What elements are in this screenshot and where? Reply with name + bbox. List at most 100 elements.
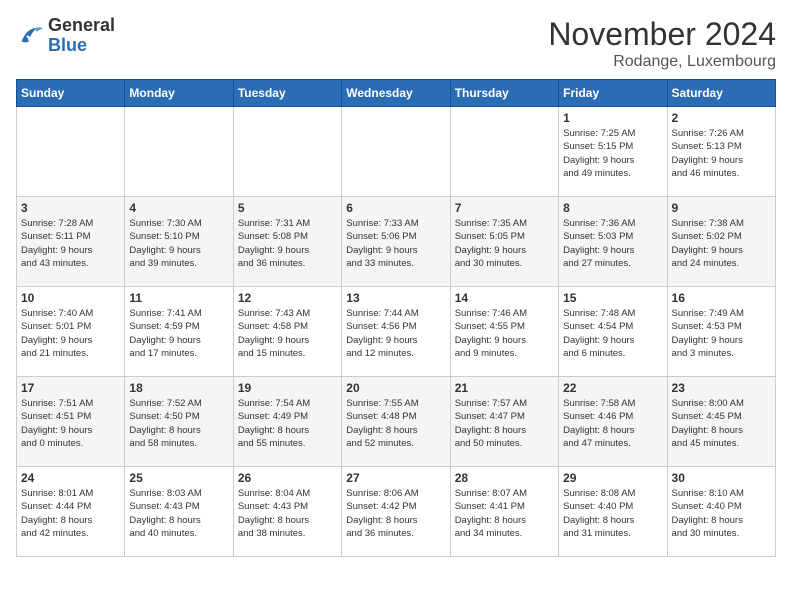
- calendar-cell: 8 Sunrise: 7:36 AM Sunset: 5:03 PM Daylig…: [559, 197, 667, 287]
- day-info: Sunrise: 7:26 AM Sunset: 5:13 PM Dayligh…: [672, 127, 771, 180]
- day-info: Sunrise: 7:25 AM Sunset: 5:15 PM Dayligh…: [563, 127, 662, 180]
- day-info: Sunrise: 7:33 AM Sunset: 5:06 PM Dayligh…: [346, 217, 445, 270]
- day-info: Sunrise: 7:54 AM Sunset: 4:49 PM Dayligh…: [238, 397, 337, 450]
- day-number: 6: [346, 201, 445, 215]
- day-number: 28: [455, 471, 554, 485]
- day-info: Sunrise: 7:58 AM Sunset: 4:46 PM Dayligh…: [563, 397, 662, 450]
- day-info: Sunrise: 8:03 AM Sunset: 4:43 PM Dayligh…: [129, 487, 228, 540]
- week-row-1: 1 Sunrise: 7:25 AM Sunset: 5:15 PM Daylig…: [17, 107, 776, 197]
- day-number: 5: [238, 201, 337, 215]
- calendar-cell: 11Sunrise: 7:41 AM Sunset: 4:59 PM Dayli…: [125, 287, 233, 377]
- weekday-header-tuesday: Tuesday: [233, 80, 341, 107]
- logo-bird-icon: [16, 22, 44, 50]
- day-number: 8: [563, 201, 662, 215]
- day-info: Sunrise: 7:31 AM Sunset: 5:08 PM Dayligh…: [238, 217, 337, 270]
- day-number: 26: [238, 471, 337, 485]
- week-row-3: 10 Sunrise: 7:40 AM Sunset: 5:01 PM Dayli…: [17, 287, 776, 377]
- day-number: 30: [672, 471, 771, 485]
- day-info: Sunrise: 7:28 AM Sunset: 5:11 PM Dayligh…: [21, 217, 120, 270]
- logo: General Blue: [16, 16, 115, 56]
- page-header: General Blue November 2024 Rodange, Luxe…: [16, 16, 776, 71]
- day-info: Sunrise: 7:36 AM Sunset: 5:03 PM Dayligh…: [563, 217, 662, 270]
- calendar-cell: 19 Sunrise: 7:54 AM Sunset: 4:49 PM Dayli…: [233, 377, 341, 467]
- day-info: Sunrise: 7:35 AM Sunset: 5:05 PM Dayligh…: [455, 217, 554, 270]
- calendar-cell: [342, 107, 450, 197]
- day-number: 16: [672, 291, 771, 305]
- calendar-cell: [125, 107, 233, 197]
- day-info: Sunrise: 7:57 AM Sunset: 4:47 PM Dayligh…: [455, 397, 554, 450]
- day-number: 15: [563, 291, 662, 305]
- day-number: 20: [346, 381, 445, 395]
- calendar-cell: 23Sunrise: 8:00 AM Sunset: 4:45 PM Dayli…: [667, 377, 775, 467]
- day-info: Sunrise: 7:46 AM Sunset: 4:55 PM Dayligh…: [455, 307, 554, 360]
- calendar-cell: 15 Sunrise: 7:48 AM Sunset: 4:54 PM Dayli…: [559, 287, 667, 377]
- day-number: 14: [455, 291, 554, 305]
- day-number: 12: [238, 291, 337, 305]
- weekday-header-saturday: Saturday: [667, 80, 775, 107]
- calendar-cell: 14 Sunrise: 7:46 AM Sunset: 4:55 PM Dayli…: [450, 287, 558, 377]
- location-subtitle: Rodange, Luxembourg: [548, 53, 776, 71]
- day-number: 27: [346, 471, 445, 485]
- day-number: 4: [129, 201, 228, 215]
- day-number: 18: [129, 381, 228, 395]
- calendar-cell: 6 Sunrise: 7:33 AM Sunset: 5:06 PM Daylig…: [342, 197, 450, 287]
- day-info: Sunrise: 7:40 AM Sunset: 5:01 PM Dayligh…: [21, 307, 120, 360]
- day-info: Sunrise: 8:04 AM Sunset: 4:43 PM Dayligh…: [238, 487, 337, 540]
- day-number: 25: [129, 471, 228, 485]
- day-info: Sunrise: 7:52 AM Sunset: 4:50 PM Dayligh…: [129, 397, 228, 450]
- calendar-cell: 10 Sunrise: 7:40 AM Sunset: 5:01 PM Dayli…: [17, 287, 125, 377]
- week-row-5: 24Sunrise: 8:01 AM Sunset: 4:44 PM Dayli…: [17, 467, 776, 557]
- day-info: Sunrise: 7:43 AM Sunset: 4:58 PM Dayligh…: [238, 307, 337, 360]
- day-number: 19: [238, 381, 337, 395]
- calendar-cell: 30 Sunrise: 8:10 AM Sunset: 4:40 PM Dayli…: [667, 467, 775, 557]
- calendar-cell: 17 Sunrise: 7:51 AM Sunset: 4:51 PM Dayli…: [17, 377, 125, 467]
- weekday-header-row: SundayMondayTuesdayWednesdayThursdayFrid…: [17, 80, 776, 107]
- day-info: Sunrise: 7:49 AM Sunset: 4:53 PM Dayligh…: [672, 307, 771, 360]
- day-info: Sunrise: 7:48 AM Sunset: 4:54 PM Dayligh…: [563, 307, 662, 360]
- day-number: 23: [672, 381, 771, 395]
- day-info: Sunrise: 8:08 AM Sunset: 4:40 PM Dayligh…: [563, 487, 662, 540]
- calendar-cell: [450, 107, 558, 197]
- logo-text: General Blue: [48, 16, 115, 56]
- calendar-cell: 25 Sunrise: 8:03 AM Sunset: 4:43 PM Dayli…: [125, 467, 233, 557]
- week-row-2: 3Sunrise: 7:28 AM Sunset: 5:11 PM Daylig…: [17, 197, 776, 287]
- day-number: 13: [346, 291, 445, 305]
- day-info: Sunrise: 7:30 AM Sunset: 5:10 PM Dayligh…: [129, 217, 228, 270]
- day-number: 22: [563, 381, 662, 395]
- weekday-header-friday: Friday: [559, 80, 667, 107]
- day-number: 1: [563, 111, 662, 125]
- calendar-cell: 2 Sunrise: 7:26 AM Sunset: 5:13 PM Daylig…: [667, 107, 775, 197]
- weekday-header-wednesday: Wednesday: [342, 80, 450, 107]
- calendar-table: SundayMondayTuesdayWednesdayThursdayFrid…: [16, 79, 776, 557]
- day-info: Sunrise: 8:06 AM Sunset: 4:42 PM Dayligh…: [346, 487, 445, 540]
- day-info: Sunrise: 7:51 AM Sunset: 4:51 PM Dayligh…: [21, 397, 120, 450]
- week-row-4: 17 Sunrise: 7:51 AM Sunset: 4:51 PM Dayli…: [17, 377, 776, 467]
- calendar-cell: 27 Sunrise: 8:06 AM Sunset: 4:42 PM Dayli…: [342, 467, 450, 557]
- calendar-cell: 4 Sunrise: 7:30 AM Sunset: 5:10 PM Daylig…: [125, 197, 233, 287]
- day-info: Sunrise: 7:44 AM Sunset: 4:56 PM Dayligh…: [346, 307, 445, 360]
- calendar-cell: 7Sunrise: 7:35 AM Sunset: 5:05 PM Daylig…: [450, 197, 558, 287]
- day-number: 17: [21, 381, 120, 395]
- calendar-cell: 26 Sunrise: 8:04 AM Sunset: 4:43 PM Dayli…: [233, 467, 341, 557]
- day-info: Sunrise: 7:55 AM Sunset: 4:48 PM Dayligh…: [346, 397, 445, 450]
- calendar-cell: 28 Sunrise: 8:07 AM Sunset: 4:41 PM Dayli…: [450, 467, 558, 557]
- calendar-cell: 18 Sunrise: 7:52 AM Sunset: 4:50 PM Dayli…: [125, 377, 233, 467]
- weekday-header-sunday: Sunday: [17, 80, 125, 107]
- title-block: November 2024 Rodange, Luxembourg: [548, 16, 776, 71]
- day-number: 10: [21, 291, 120, 305]
- day-number: 2: [672, 111, 771, 125]
- weekday-header-thursday: Thursday: [450, 80, 558, 107]
- calendar-cell: 1 Sunrise: 7:25 AM Sunset: 5:15 PM Daylig…: [559, 107, 667, 197]
- calendar-cell: 16 Sunrise: 7:49 AM Sunset: 4:53 PM Dayli…: [667, 287, 775, 377]
- calendar-cell: 3Sunrise: 7:28 AM Sunset: 5:11 PM Daylig…: [17, 197, 125, 287]
- day-info: Sunrise: 8:07 AM Sunset: 4:41 PM Dayligh…: [455, 487, 554, 540]
- calendar-cell: 13 Sunrise: 7:44 AM Sunset: 4:56 PM Dayli…: [342, 287, 450, 377]
- calendar-cell: 24Sunrise: 8:01 AM Sunset: 4:44 PM Dayli…: [17, 467, 125, 557]
- calendar-cell: 29Sunrise: 8:08 AM Sunset: 4:40 PM Dayli…: [559, 467, 667, 557]
- month-title: November 2024: [548, 16, 776, 53]
- day-info: Sunrise: 8:10 AM Sunset: 4:40 PM Dayligh…: [672, 487, 771, 540]
- day-number: 11: [129, 291, 228, 305]
- calendar-cell: [17, 107, 125, 197]
- calendar-cell: 9Sunrise: 7:38 AM Sunset: 5:02 PM Daylig…: [667, 197, 775, 287]
- calendar-cell: 20 Sunrise: 7:55 AM Sunset: 4:48 PM Dayli…: [342, 377, 450, 467]
